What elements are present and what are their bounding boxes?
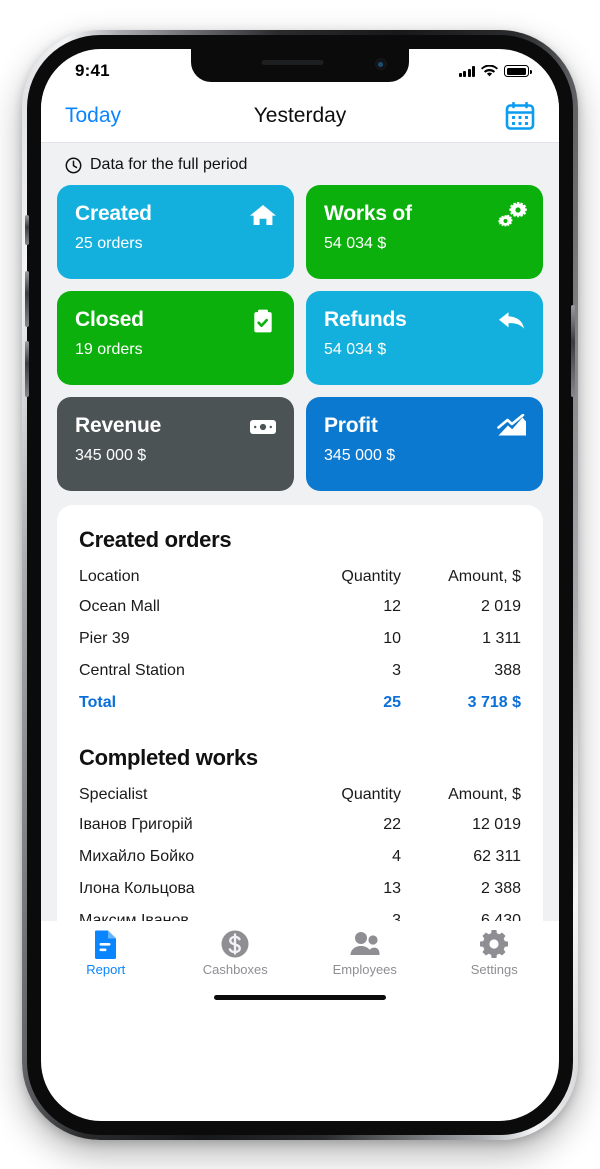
row-name: Ocean Mall (79, 598, 160, 615)
mute-switch[interactable] (25, 215, 29, 245)
total-qty: 25 (383, 694, 401, 711)
stat-card-value: 54 034 $ (324, 235, 387, 252)
row-name: Pier 39 (79, 630, 130, 647)
table-header-row: Location Quantity Amount, $ (79, 563, 521, 591)
table-row[interactable]: Central Station 3 388 (79, 655, 521, 687)
volume-up-button[interactable] (25, 271, 29, 327)
row-amount: 2 019 (480, 598, 521, 615)
front-camera-icon (375, 58, 387, 70)
calendar-button[interactable] (505, 101, 535, 130)
stat-card-value: 25 orders (75, 235, 143, 252)
stat-card-refunds[interactable]: Refunds 54 034 $ (306, 291, 543, 385)
column-header-location: Location (79, 568, 140, 585)
home-indicator[interactable] (214, 995, 386, 1000)
status-time: 9:41 (75, 61, 110, 80)
row-name: Central Station (79, 662, 185, 679)
dollar-coin-icon (171, 929, 301, 959)
clock-icon (65, 157, 82, 173)
chart-mountain-icon (497, 414, 526, 436)
row-amount: 62 311 (473, 848, 521, 865)
created-orders-title: Created orders (79, 527, 232, 552)
row-qty: 10 (383, 630, 401, 647)
stat-card-value: 345 000 $ (75, 447, 147, 464)
tab-label: Employees (332, 962, 397, 977)
stat-card-created[interactable]: Created 25 orders (57, 185, 294, 279)
stat-card-profit[interactable]: Profit 345 000 $ (306, 397, 543, 491)
notch (191, 49, 409, 82)
row-qty: 4 (392, 848, 401, 865)
tab-settings[interactable]: Settings (430, 929, 560, 1009)
signal-bars-icon (458, 65, 475, 77)
row-amount: 1 311 (482, 630, 521, 647)
stat-card-value: 19 orders (75, 341, 143, 358)
calendar-icon (505, 101, 535, 130)
row-amount: 2 388 (480, 880, 521, 897)
completed-works-table: Specialist Quantity Amount, $ Іванов Гри… (79, 781, 521, 937)
tab-report[interactable]: Report (41, 929, 171, 1009)
clipboard-check-icon (254, 309, 272, 333)
table-row[interactable]: Ocean Mall 12 2 019 (79, 591, 521, 623)
table-row[interactable]: Іванов Григорій 22 12 019 (79, 809, 521, 841)
battery-icon (504, 65, 532, 77)
power-button[interactable] (571, 305, 575, 397)
row-qty: 22 (383, 816, 401, 833)
phone-body: 9:41 Today Yesterday Data for the full p… (25, 35, 575, 1135)
table-row[interactable]: Pier 39 10 1 311 (79, 623, 521, 655)
table-header-row: Specialist Quantity Amount, $ (79, 781, 521, 809)
column-header-amount: Amount, $ (448, 568, 521, 585)
row-qty: 12 (383, 598, 401, 615)
row-amount: 12 019 (472, 816, 521, 833)
stat-card-revenue[interactable]: Revenue 345 000 $ (57, 397, 294, 491)
stat-card-value: 54 034 $ (324, 341, 387, 358)
row-name: Михайло Бойко (79, 848, 195, 865)
row-name: Іванов Григорій (79, 816, 193, 833)
stat-card-value: 345 000 $ (324, 447, 396, 464)
row-qty: 13 (383, 880, 401, 897)
people-icon (300, 929, 430, 959)
table-total-row: Total 25 3 718 $ (79, 687, 521, 719)
row-amount: 388 (494, 662, 521, 679)
table-row[interactable]: Ілона Кольцова 13 2 388 (79, 873, 521, 905)
column-header-specialist: Specialist (79, 786, 148, 803)
completed-works-title: Completed works (79, 745, 258, 770)
volume-down-button[interactable] (25, 341, 29, 397)
table-row[interactable]: Михайло Бойко 4 62 311 (79, 841, 521, 873)
stat-cards-grid: Created 25 orders Works of 54 034 $ Clos… (41, 185, 559, 491)
column-header-quantity: Quantity (341, 786, 401, 803)
status-indicators (458, 64, 532, 78)
banknote-icon (250, 420, 276, 434)
row-name: Ілона Кольцова (79, 880, 195, 897)
home-icon (250, 205, 276, 225)
stat-card-works-of[interactable]: Works of 54 034 $ (306, 185, 543, 279)
column-header-amount: Amount, $ (448, 786, 521, 803)
phone-frame: 9:41 Today Yesterday Data for the full p… (22, 30, 578, 1140)
phone-screen: 9:41 Today Yesterday Data for the full p… (41, 49, 559, 1121)
today-back-button[interactable]: Today (65, 104, 121, 128)
gears-icon (498, 202, 527, 227)
total-amount: 3 718 $ (467, 694, 521, 711)
document-icon (41, 929, 171, 959)
wifi-icon (481, 64, 498, 76)
tab-label: Cashboxes (202, 962, 268, 977)
column-header-quantity: Quantity (341, 568, 401, 585)
period-label: Data for the full period (90, 156, 248, 173)
navigation-bar: Today Yesterday (41, 89, 559, 143)
created-orders-table: Location Quantity Amount, $ Ocean Mall 1… (79, 563, 521, 719)
report-scroll-area[interactable]: Data for the full period Created 25 orde… (41, 143, 559, 1009)
tab-label: Settings (470, 962, 518, 977)
gear-icon (430, 929, 560, 959)
reply-arrow-icon (499, 312, 524, 329)
total-label: Total (79, 694, 117, 711)
earpiece-speaker (261, 60, 324, 65)
period-row: Data for the full period (41, 143, 559, 185)
tab-label: Report (86, 962, 126, 977)
row-qty: 3 (392, 662, 401, 679)
stat-card-closed[interactable]: Closed 19 orders (57, 291, 294, 385)
